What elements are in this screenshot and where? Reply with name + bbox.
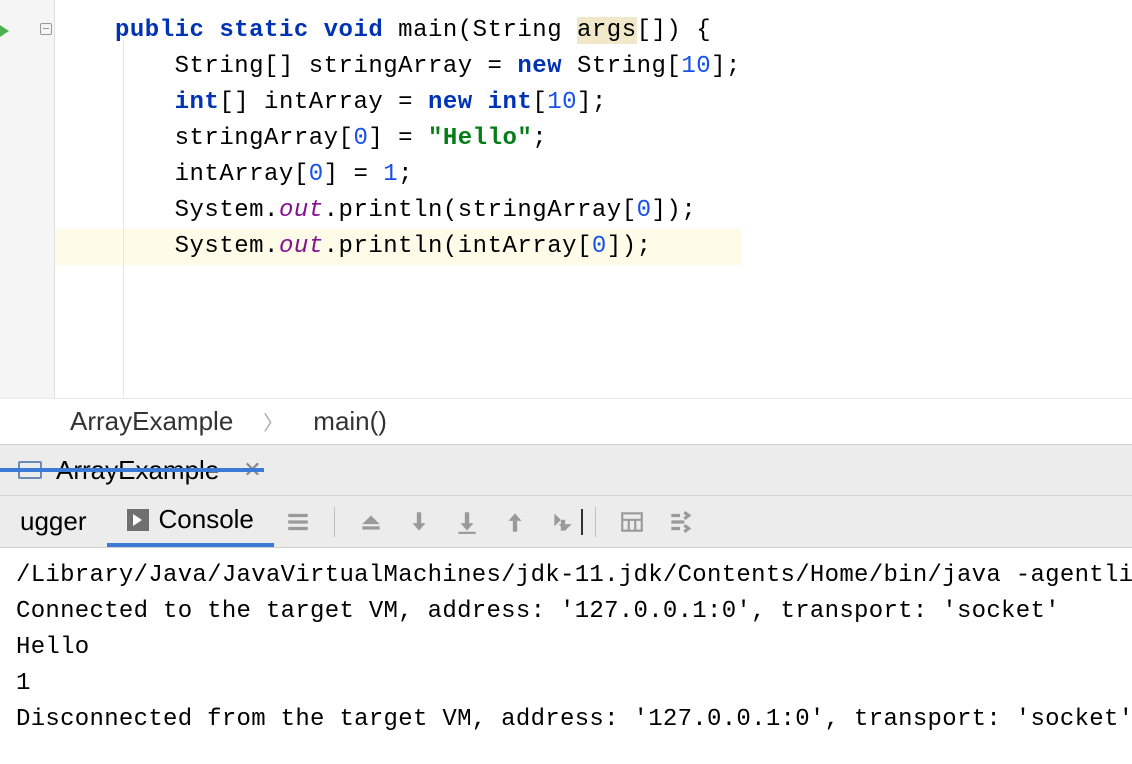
tab-console[interactable]: Console [107,496,274,547]
drop-frame-icon[interactable] [539,496,587,547]
run-tab-bar: ArrayExample ✕ [0,444,1132,496]
breadcrumb-method[interactable]: main() [313,406,387,437]
debug-toolbar: ugger Console [0,496,1132,548]
fold-icon[interactable] [40,23,52,35]
console-line: Connected to the target VM, address: '12… [16,594,1116,630]
code-line-current: System.out.println(intArray[0]); [55,229,741,265]
menu-icon[interactable] [274,496,322,547]
code-line: stringArray[0] = "Hello"; [55,121,741,157]
code-line: intArray[0] = 1; [55,157,741,193]
code-line: String[] stringArray = new String[10]; [55,49,741,85]
trace-icon[interactable] [656,496,704,547]
tab-console-label: Console [159,504,254,535]
tab-debugger[interactable]: ugger [0,496,107,547]
code-line: System.out.println(stringArray[0]); [55,193,741,229]
active-tab-indicator [0,468,264,472]
breadcrumb-class[interactable]: ArrayExample [70,406,233,437]
chevron-right-icon: 〉 [263,407,283,436]
code-line: public static void main(String args[]) { [55,13,741,49]
editor-gutter [0,0,55,398]
force-step-into-icon[interactable] [443,496,491,547]
console-icon [127,509,149,531]
code-line: int[] intArray = new int[10]; [55,85,741,121]
breadcrumb-bar: ArrayExample 〉 main() [0,398,1132,444]
console-line: 1 [16,666,1116,702]
cursor-icon [581,509,583,535]
step-into-icon[interactable] [395,496,443,547]
console-line: /Library/Java/JavaVirtualMachines/jdk-11… [16,558,1116,594]
step-over-icon[interactable] [347,496,395,547]
console-output[interactable]: /Library/Java/JavaVirtualMachines/jdk-11… [0,548,1132,748]
code-editor[interactable]: public static void main(String args[]) {… [55,0,741,398]
indent-guide [123,40,124,398]
separator [595,507,596,537]
console-line: Hello [16,630,1116,666]
console-line: Disconnected from the target VM, address… [16,702,1116,738]
step-out-icon[interactable] [491,496,539,547]
separator [334,507,335,537]
tab-debugger-label: ugger [20,506,87,537]
run-gutter-icon[interactable] [0,20,9,42]
editor-area: public static void main(String args[]) {… [0,0,1132,398]
evaluate-expression-icon[interactable] [608,496,656,547]
